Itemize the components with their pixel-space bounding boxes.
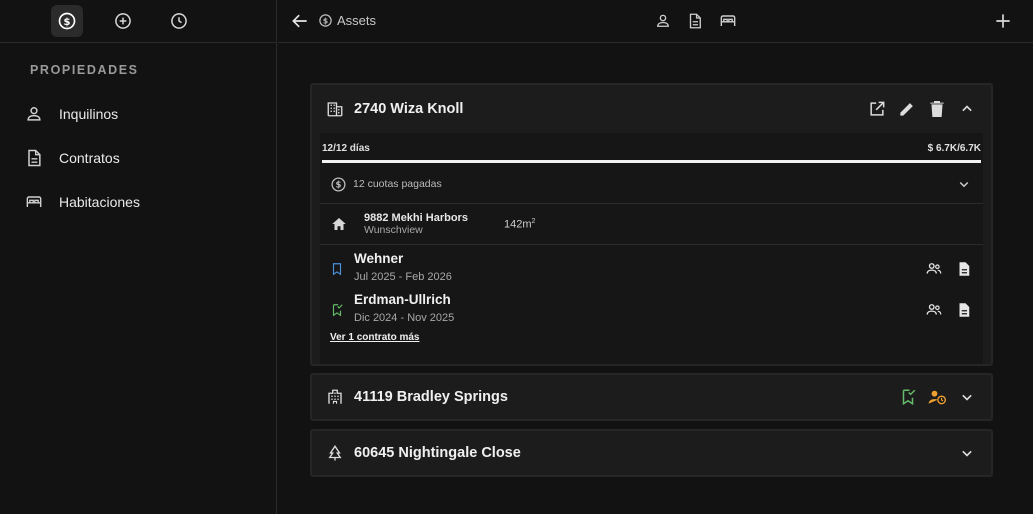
progress-bar	[322, 160, 981, 163]
delete-icon[interactable]	[927, 99, 947, 119]
chevron-down-icon[interactable]	[957, 443, 977, 463]
quota-label: 12 cuotas pagadas	[353, 178, 442, 190]
person-icon[interactable]	[654, 11, 672, 31]
address-row: 9882 Mekhi Harbors Wunschview 142m2	[320, 204, 983, 245]
tenant-row[interactable]: Erdman-Ullrich Dic 2024 - Nov 2025	[320, 286, 983, 327]
progress-amount: $ 6.7K/6.7K	[927, 143, 981, 154]
area-unit-sup: 2	[531, 217, 536, 225]
back-arrow-icon[interactable]	[290, 11, 310, 31]
chevron-down-icon[interactable]	[957, 387, 977, 407]
property-title: 60645 Nightingale Close	[354, 445, 521, 461]
people-icon[interactable]	[925, 260, 943, 278]
person-clock-icon[interactable]	[927, 387, 947, 407]
edit-icon[interactable]	[897, 99, 917, 119]
tree-icon	[326, 444, 344, 462]
property-card[interactable]: 41119 Bradley Springs	[310, 373, 993, 421]
plus-circle-icon[interactable]	[107, 5, 139, 37]
bookmark-check-icon[interactable]	[899, 388, 917, 406]
property-card-header[interactable]: 60645 Nightingale Close	[312, 431, 991, 475]
property-card[interactable]: 60645 Nightingale Close	[310, 429, 993, 477]
clock-icon[interactable]	[163, 5, 195, 37]
document-icon[interactable]	[955, 301, 973, 319]
sidebar-top-toolbar: $	[0, 0, 276, 43]
property-title: 41119 Bradley Springs	[354, 389, 508, 405]
sidebar-item-label: Habitaciones	[59, 194, 140, 210]
address-city: Wunschview	[364, 224, 423, 236]
address-street: 9882 Mekhi Harbors	[364, 212, 468, 224]
progress-days: 12/12 días	[322, 143, 370, 154]
property-card-header[interactable]: 41119 Bradley Springs	[312, 375, 991, 419]
tenant-name: Wehner	[354, 251, 404, 266]
property-card-header[interactable]: 2740 Wiza Knoll	[312, 85, 991, 133]
sidebar-item-label: Inquilinos	[59, 106, 119, 122]
quota-row[interactable]: $ 12 cuotas pagadas	[320, 165, 983, 204]
breadcrumb-label: Assets	[337, 13, 377, 28]
sidebar-item-contratos[interactable]: Contratos	[24, 148, 120, 168]
bookmark-icon	[330, 261, 344, 277]
sidebar-item-label: Contratos	[59, 150, 120, 166]
section-title: PROPIEDADES	[30, 63, 139, 77]
topbar: $ Assets	[278, 0, 1033, 43]
dollar-icon[interactable]: $	[51, 5, 83, 37]
svg-text:$: $	[336, 180, 342, 190]
apartment-icon	[326, 388, 344, 406]
sidebar-item-inquilinos[interactable]: Inquilinos	[24, 104, 118, 124]
payment-progress: 12/12 días $ 6.7K/6.7K	[320, 133, 983, 165]
topbar-center-icons	[654, 11, 738, 31]
sidebar: $ PROPIEDADES Inquilinos Contratos Habit…	[0, 0, 277, 514]
bed-icon[interactable]	[718, 11, 738, 31]
person-icon	[24, 104, 44, 124]
chevron-down-icon[interactable]	[955, 175, 973, 193]
dollar-icon: $	[330, 176, 347, 193]
tenant-dates: Jul 2025 - Feb 2026	[354, 271, 452, 283]
sidebar-item-habitaciones[interactable]: Habitaciones	[24, 192, 140, 212]
bookmark-check-icon	[330, 302, 344, 318]
property-area: 142m2	[504, 218, 535, 231]
chevron-up-icon[interactable]	[957, 99, 977, 119]
document-icon[interactable]	[686, 11, 704, 31]
property-details: 12/12 días $ 6.7K/6.7K $ 12 cuotas pagad…	[320, 133, 983, 364]
tenant-row[interactable]: Wehner Jul 2025 - Feb 2026	[320, 245, 983, 286]
open-external-icon[interactable]	[867, 99, 887, 119]
people-icon[interactable]	[925, 301, 943, 319]
add-icon[interactable]	[993, 11, 1013, 31]
document-icon	[24, 148, 44, 168]
more-contracts-link[interactable]: Ver 1 contrato más	[330, 332, 419, 343]
property-title: 2740 Wiza Knoll	[354, 101, 464, 117]
breadcrumb[interactable]: $ Assets	[318, 13, 376, 28]
svg-text:$: $	[323, 16, 328, 25]
progress-bar-fill	[322, 160, 981, 163]
area-value: 142m	[504, 218, 532, 231]
document-icon[interactable]	[955, 260, 973, 278]
building-icon	[326, 100, 344, 118]
home-icon	[330, 215, 348, 233]
svg-text:$: $	[64, 17, 71, 28]
tenant-name: Erdman-Ullrich	[354, 292, 451, 307]
address: 9882 Mekhi Harbors Wunschview	[364, 212, 504, 236]
tenant-dates: Dic 2024 - Nov 2025	[354, 312, 455, 324]
bed-icon	[24, 192, 44, 212]
property-card: 2740 Wiza Knoll 12/12 días $ 6.7K/6.7K $…	[310, 83, 993, 366]
dollar-icon: $	[318, 13, 333, 28]
